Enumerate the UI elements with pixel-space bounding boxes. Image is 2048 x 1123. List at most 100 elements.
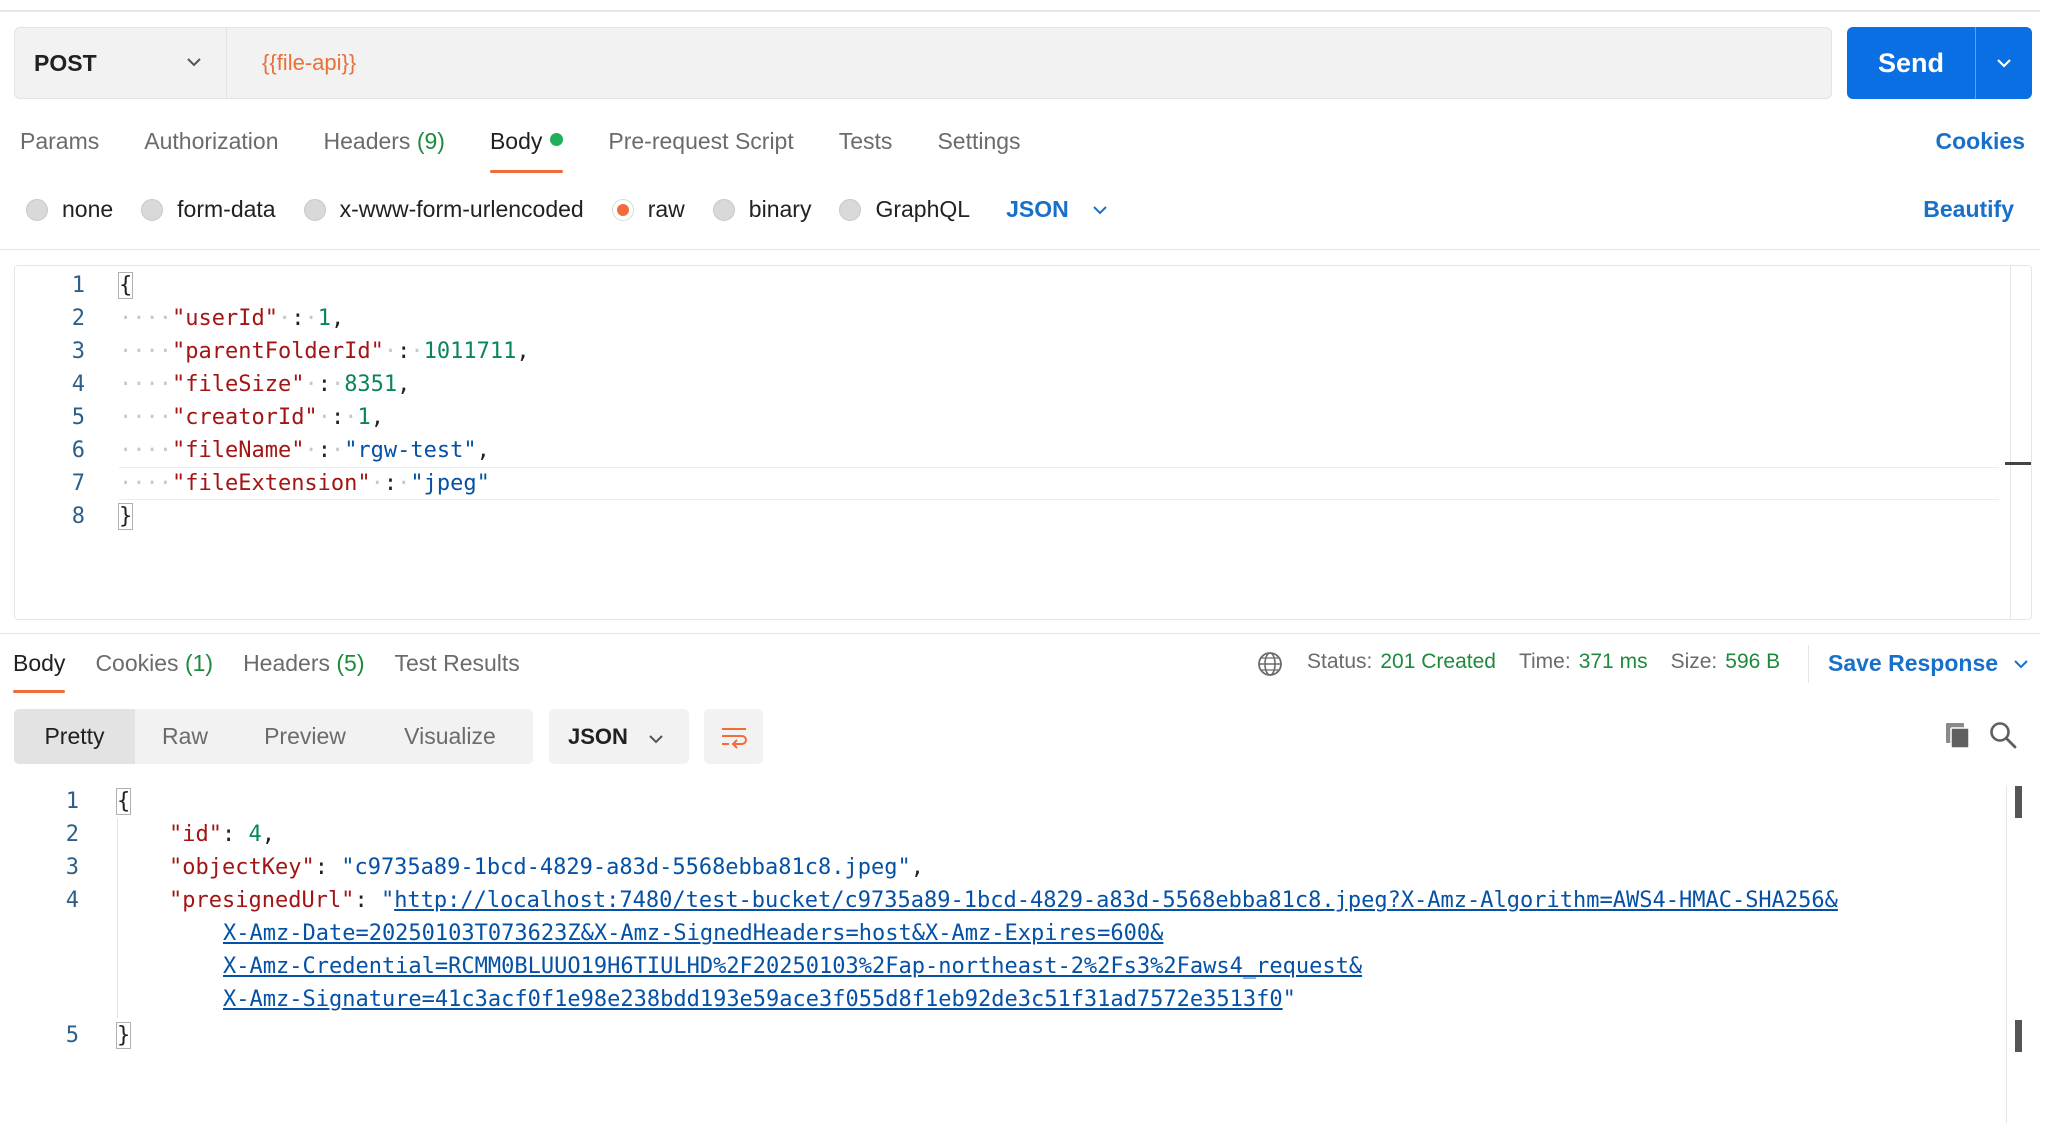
code-line: X-Amz-Signature=41c3acf0f1e98e238bdd193e… [223,987,1296,1012]
line-number: 1 [71,273,85,298]
radio-circle [141,198,164,221]
line-number: 3 [71,339,85,364]
tab-params[interactable]: Params [20,128,99,164]
line-number: 3 [65,855,79,880]
body-language-select[interactable]: JSON [1006,196,1109,223]
presigned-url-link[interactable]: http://localhost:7480/test-bucket/c9735a… [394,888,1838,913]
tab-response-body[interactable]: Body [13,650,66,693]
view-mode-pretty[interactable]: Pretty [14,709,135,764]
body-indicator-dot [550,133,564,146]
cookies-link[interactable]: Cookies [1936,128,2025,155]
url-bar: POST [14,27,1832,99]
scroll-position-marker [2005,462,2031,465]
line-number: 8 [71,504,85,529]
line-number: 1 [65,789,79,814]
cookies-count: (1) [184,650,214,676]
tab-settings[interactable]: Settings [937,128,1020,164]
send-options-button[interactable] [1976,27,2032,99]
response-body-viewer[interactable]: 1 2 3 4 5 { "id": 4, "objectKey": "c9735… [0,785,2040,1123]
code-line: ····"fileName"·:·"rgw-test", [119,438,490,463]
method-select[interactable]: POST [15,28,227,98]
line-number: 2 [71,306,85,331]
view-mode-preview[interactable]: Preview [235,709,375,764]
section-divider [0,633,2040,634]
code-line: ····"fileExtension"·:·"jpeg" [119,471,490,496]
response-tabs: Body Cookies (1) Headers (5) Test Result… [13,650,550,693]
tab-pre-request-script[interactable]: Pre-request Script [608,128,793,164]
code-line: { [115,788,132,815]
code-line: X-Amz-Date=20250103T073623Z&X-Amz-Signed… [223,917,1163,950]
code-line: ····"userId"·:·1, [119,306,345,331]
code-line: } [117,503,134,530]
line-number: 4 [71,372,85,397]
line-number: 4 [65,888,79,913]
tab-authorization[interactable]: Authorization [144,128,278,164]
presigned-url-link[interactable]: X-Amz-Signature=41c3acf0f1e98e238bdd193e… [223,987,1283,1012]
scroll-position-marker [2015,1020,2022,1052]
tab-tests[interactable]: Tests [839,128,893,164]
top-divider [0,10,2040,12]
line-number: 7 [71,471,85,496]
wrap-lines-icon [721,727,747,749]
radio-form-data[interactable]: form-data [141,196,276,223]
radio-circle [26,198,48,221]
radio-none[interactable]: none [26,196,113,223]
code-line: ····"parentFolderId"·:·1011711, [119,339,530,364]
status-code[interactable]: Status: 201 Created [1307,650,1496,674]
chevron-down-icon [2014,659,2028,668]
radio-x-www-form-urlencoded[interactable]: x-www-form-urlencoded [303,196,584,223]
view-mode-visualize[interactable]: Visualize [375,709,525,764]
code-line: } [115,1022,132,1049]
response-format-select[interactable]: JSON [549,709,689,764]
editor-scrollbar[interactable] [2010,266,2011,619]
send-label: Send [1877,47,1944,78]
response-size[interactable]: Size: 596 B [1671,650,1781,674]
indent-guide [117,818,118,1018]
line-number: 5 [71,405,85,430]
code-line: "presignedUrl": "http://localhost:7480/t… [169,888,1838,913]
copy-icon[interactable] [1943,720,1973,750]
wrap-lines-button[interactable] [704,709,763,764]
url-input[interactable] [228,28,1828,98]
radio-circle [712,198,735,221]
save-response-button[interactable]: Save Response [1828,650,2030,677]
response-status: Status: 201 Created Time: 371 ms Size: 596 … [1307,650,1803,674]
code-line: X-Amz-Credential=RCMM0BLUUO19H6TIULHD%2F… [223,950,1362,983]
tab-response-headers[interactable]: Headers (5) [243,650,364,677]
send-button[interactable]: Send [1847,27,2032,99]
code-line: ····"fileSize"·:·8351, [119,372,411,397]
response-headers-count: (5) [336,650,365,676]
section-divider [0,249,2040,250]
search-icon[interactable] [1988,720,2018,750]
headers-count: (9) [416,128,445,154]
radio-binary[interactable]: binary [712,196,811,223]
presigned-url-link[interactable]: X-Amz-Date=20250103T073623Z&X-Amz-Signed… [223,921,1163,946]
radio-circle [303,198,326,221]
tab-test-results[interactable]: Test Results [395,650,520,677]
request-body-editor[interactable]: 1 2 3 4 5 6 7 8 { ····"userId"·:·1, ····… [14,265,2032,620]
code-line: ····"creatorId"·:·1, [119,405,384,430]
tab-body[interactable]: Body [489,128,564,173]
chevron-down-icon [1997,59,2011,68]
line-number: 5 [65,1023,79,1048]
response-scrollbar[interactable] [2006,785,2007,1123]
radio-graphql[interactable]: GraphQL [839,196,970,223]
radio-circle-selected [611,198,634,221]
response-time[interactable]: Time: 371 ms [1519,650,1648,674]
method-label: POST [34,49,97,76]
code-line: "objectKey": "c9735a89-1bcd-4829-a83d-55… [169,855,924,880]
view-mode-selector: Pretty Raw Preview Visualize [14,709,533,764]
view-mode-raw[interactable]: Raw [135,709,235,764]
code-line: { [117,272,134,299]
code-line: "id": 4, [169,822,275,847]
tab-headers[interactable]: Headers (9) [324,128,445,164]
line-number: 6 [71,438,85,463]
radio-raw[interactable]: raw [611,196,685,223]
chevron-down-icon [649,735,663,744]
beautify-button[interactable]: Beautify [1923,196,2014,223]
presigned-url-link[interactable]: X-Amz-Credential=RCMM0BLUUO19H6TIULHD%2F… [223,954,1362,979]
tab-response-cookies[interactable]: Cookies (1) [95,650,213,677]
globe-icon[interactable] [1256,650,1284,678]
line-number: 2 [65,822,79,847]
status-divider [1808,645,1809,683]
